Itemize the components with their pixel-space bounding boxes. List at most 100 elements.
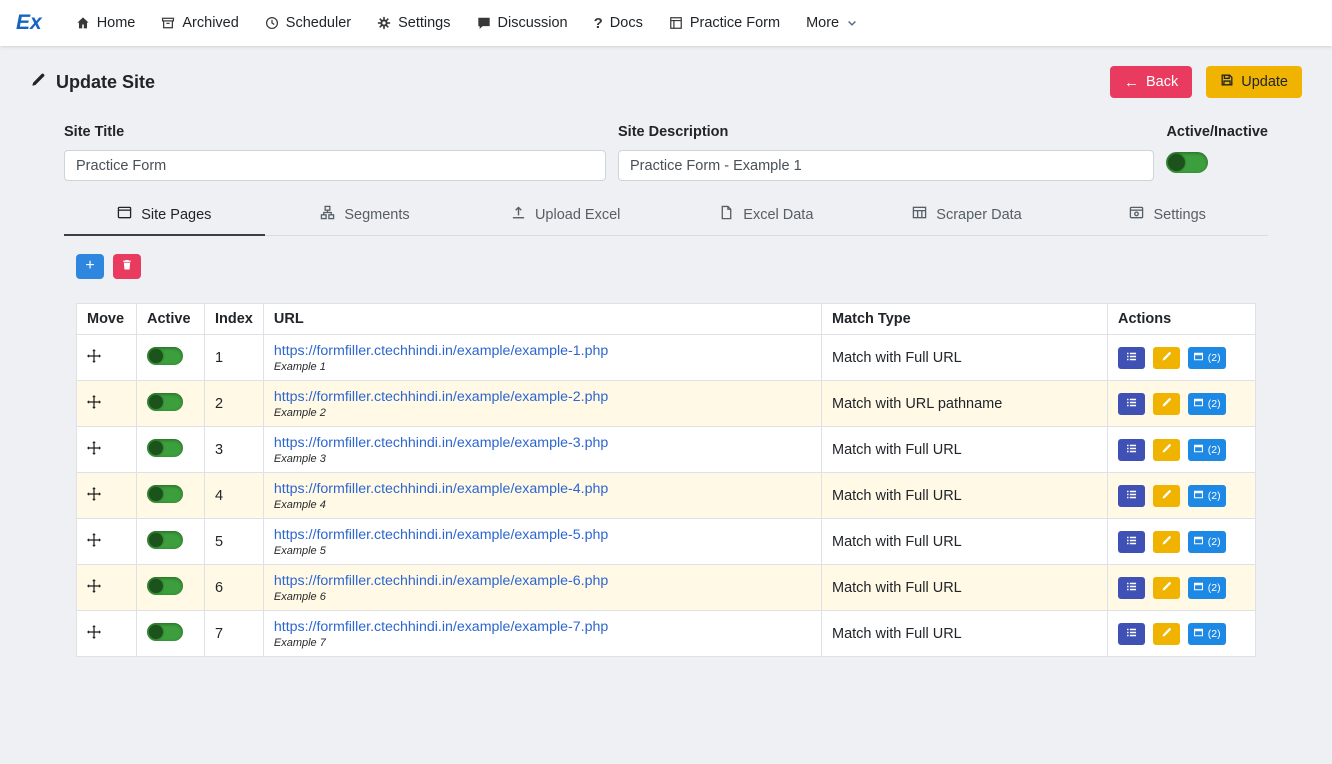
row-data-button[interactable]: (2)	[1188, 623, 1226, 645]
row-index: 5	[215, 534, 223, 550]
row-url-link[interactable]: https://formfiller.ctechhindi.in/example…	[274, 481, 608, 497]
row-fields-button[interactable]	[1118, 393, 1145, 415]
row-match-type: Match with Full URL	[832, 350, 962, 366]
row-active-toggle[interactable]	[147, 531, 183, 549]
row-url-link[interactable]: https://formfiller.ctechhindi.in/example…	[274, 619, 608, 635]
row-edit-button[interactable]	[1153, 393, 1180, 415]
site-title-input[interactable]	[64, 150, 606, 181]
row-edit-button[interactable]	[1153, 439, 1180, 461]
update-button[interactable]: Update	[1206, 66, 1302, 98]
row-fields-button[interactable]	[1118, 623, 1145, 645]
tab-excel-data[interactable]: Excel Data	[666, 197, 867, 236]
row-match-type: Match with URL pathname	[832, 396, 1002, 412]
archive-icon	[161, 16, 175, 30]
list-icon	[1126, 580, 1137, 595]
row-data-button[interactable]: (2)	[1188, 393, 1226, 415]
back-button[interactable]: ← Back	[1110, 66, 1192, 98]
toggle-knob	[1168, 154, 1185, 171]
nav-item-scheduler[interactable]: Scheduler	[265, 15, 351, 31]
add-page-button[interactable]: +	[76, 254, 104, 279]
tab-bar: Site Pages Segments Upload Excel Excel D…	[64, 197, 1268, 236]
row-data-count: (2)	[1208, 628, 1221, 640]
back-arrow-icon: ←	[1124, 75, 1139, 90]
row-url-link[interactable]: https://formfiller.ctechhindi.in/example…	[274, 343, 608, 359]
window-data-icon	[1193, 535, 1204, 549]
nav-item-more[interactable]: More	[806, 15, 858, 31]
gear-icon	[377, 16, 391, 30]
row-page-title: Example 5	[274, 545, 811, 557]
nav-item-home[interactable]: Home	[76, 15, 136, 31]
row-data-button[interactable]: (2)	[1188, 531, 1226, 553]
row-page-title: Example 1	[274, 361, 811, 373]
home-icon	[76, 16, 90, 30]
row-edit-button[interactable]	[1153, 531, 1180, 553]
table-header-row: Move Active Index URL Match Type Actions	[77, 304, 1256, 335]
nav-item-practice-form[interactable]: Practice Form	[669, 15, 780, 31]
update-button-label: Update	[1241, 74, 1288, 90]
row-url-link[interactable]: https://formfiller.ctechhindi.in/example…	[274, 389, 608, 405]
move-handle-icon[interactable]	[87, 579, 101, 593]
pencil-icon	[1161, 396, 1172, 411]
row-url-link[interactable]: https://formfiller.ctechhindi.in/example…	[274, 527, 608, 543]
row-match-type: Match with Full URL	[832, 534, 962, 550]
site-title-label: Site Title	[64, 124, 606, 140]
site-description-input[interactable]	[618, 150, 1154, 181]
nav-label: Settings	[398, 15, 450, 31]
row-active-toggle[interactable]	[147, 623, 183, 641]
row-fields-button[interactable]	[1118, 531, 1145, 553]
row-active-toggle[interactable]	[147, 347, 183, 365]
row-index: 4	[215, 488, 223, 504]
page-title: Update Site	[30, 72, 155, 93]
move-handle-icon[interactable]	[87, 487, 101, 501]
tab-settings[interactable]: Settings	[1067, 197, 1268, 236]
toggle-knob	[149, 395, 163, 409]
list-icon	[1126, 350, 1137, 365]
row-fields-button[interactable]	[1118, 485, 1145, 507]
row-url-link[interactable]: https://formfiller.ctechhindi.in/example…	[274, 435, 608, 451]
table-icon	[912, 205, 927, 224]
tab-scraper-data[interactable]: Scraper Data	[867, 197, 1068, 236]
row-data-button[interactable]: (2)	[1188, 577, 1226, 599]
move-handle-icon[interactable]	[87, 395, 101, 409]
site-pages-table-body: 1 https://formfiller.ctechhindi.in/examp…	[77, 335, 1256, 657]
nav-item-discussion[interactable]: Discussion	[477, 15, 568, 31]
row-active-toggle[interactable]	[147, 577, 183, 595]
move-handle-icon[interactable]	[87, 625, 101, 639]
row-edit-button[interactable]	[1153, 623, 1180, 645]
row-edit-button[interactable]	[1153, 485, 1180, 507]
active-toggle[interactable]	[1166, 152, 1208, 173]
move-handle-icon[interactable]	[87, 441, 101, 455]
nav-item-settings[interactable]: Settings	[377, 15, 450, 31]
pencil-icon	[1161, 488, 1172, 503]
tab-upload-excel[interactable]: Upload Excel	[465, 197, 666, 236]
row-page-title: Example 4	[274, 499, 811, 511]
row-match-type: Match with Full URL	[832, 488, 962, 504]
clock-icon	[265, 16, 279, 30]
nav-item-archived[interactable]: Archived	[161, 15, 238, 31]
move-handle-icon[interactable]	[87, 533, 101, 547]
row-fields-button[interactable]	[1118, 577, 1145, 599]
row-url-link[interactable]: https://formfiller.ctechhindi.in/example…	[274, 573, 608, 589]
delete-pages-button[interactable]	[113, 254, 141, 279]
row-fields-button[interactable]	[1118, 347, 1145, 369]
row-edit-button[interactable]	[1153, 577, 1180, 599]
trash-icon	[121, 259, 133, 274]
row-active-toggle[interactable]	[147, 485, 183, 503]
row-active-toggle[interactable]	[147, 439, 183, 457]
row-data-button[interactable]: (2)	[1188, 347, 1226, 369]
tab-segments[interactable]: Segments	[265, 197, 466, 236]
tab-site-pages[interactable]: Site Pages	[64, 197, 265, 236]
row-data-button[interactable]: (2)	[1188, 439, 1226, 461]
row-fields-button[interactable]	[1118, 439, 1145, 461]
row-data-button[interactable]: (2)	[1188, 485, 1226, 507]
pages-toolbar: +	[76, 254, 1256, 279]
row-active-toggle[interactable]	[147, 393, 183, 411]
toggle-knob	[149, 487, 163, 501]
nav-item-docs[interactable]: ? Docs	[594, 15, 643, 32]
row-edit-button[interactable]	[1153, 347, 1180, 369]
row-data-count: (2)	[1208, 536, 1221, 548]
sitemap-icon	[320, 205, 335, 224]
move-handle-icon[interactable]	[87, 349, 101, 363]
pencil-icon	[1161, 534, 1172, 549]
app-logo[interactable]: Ex	[16, 11, 42, 35]
